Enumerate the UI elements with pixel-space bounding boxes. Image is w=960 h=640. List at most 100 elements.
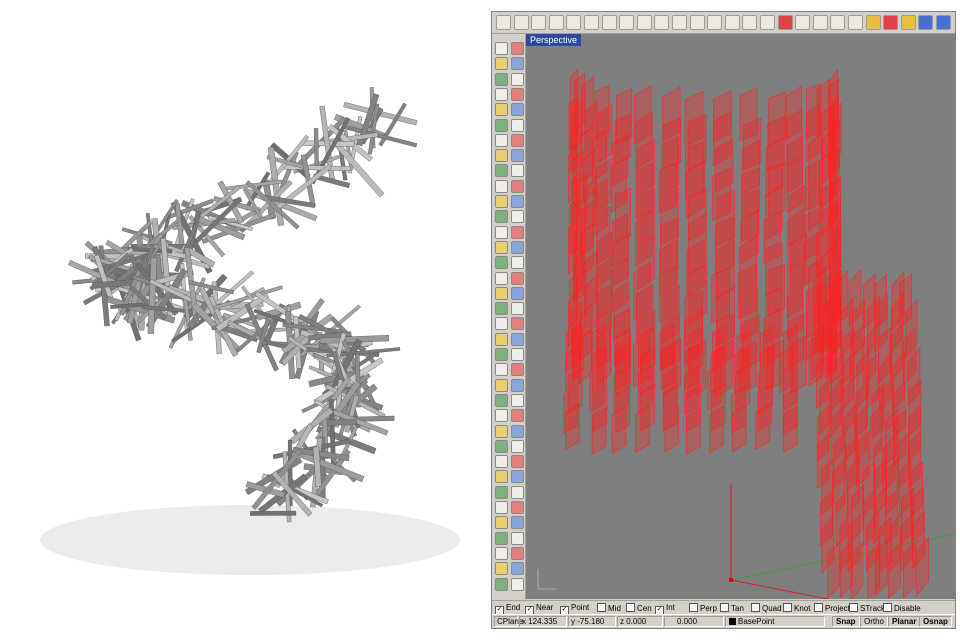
tool-button-56[interactable]: [511, 455, 524, 469]
tool-button-31[interactable]: [495, 271, 508, 285]
car-icon[interactable]: [777, 15, 793, 30]
properties-icon[interactable]: [848, 15, 863, 30]
color-wheel-icon[interactable]: [900, 15, 916, 30]
tool-button-70[interactable]: [511, 562, 524, 576]
osnap-checkbox[interactable]: [783, 603, 792, 612]
tool-button-69[interactable]: [495, 562, 508, 576]
zoom-window-icon[interactable]: [689, 15, 705, 30]
osnap-checkbox[interactable]: [849, 603, 858, 612]
tool-button-60[interactable]: [511, 485, 524, 499]
tool-button-45[interactable]: [495, 378, 508, 392]
osnap-end[interactable]: ✓ End: [495, 603, 520, 615]
ortho-toggle[interactable]: Ortho: [860, 616, 889, 627]
tool-button-64[interactable]: [511, 516, 524, 530]
osnap-checkbox[interactable]: [814, 603, 823, 612]
tool-button-27[interactable]: [495, 240, 508, 254]
zoom-selected-icon[interactable]: [724, 15, 740, 30]
export-icon[interactable]: [566, 15, 582, 30]
tool-button-19[interactable]: [495, 179, 508, 193]
tool-button-57[interactable]: [495, 470, 508, 484]
print-icon[interactable]: [548, 15, 564, 30]
tool-button-67[interactable]: [495, 546, 508, 560]
layer-icon[interactable]: [830, 15, 846, 30]
tool-button-7[interactable]: [495, 87, 508, 101]
tool-button-51[interactable]: [495, 424, 508, 438]
tool-button-43[interactable]: [495, 363, 508, 377]
cut-icon[interactable]: [584, 15, 599, 30]
tool-button-38[interactable]: [511, 317, 524, 331]
tool-button-21[interactable]: [495, 195, 508, 208]
tool-button-65[interactable]: [495, 531, 508, 545]
current-layer[interactable]: BasePoint: [729, 617, 774, 627]
perspective-viewport[interactable]: Perspective: [526, 34, 955, 599]
tool-button-16[interactable]: [511, 149, 524, 163]
tool-button-11[interactable]: [495, 118, 508, 132]
tool-button-44[interactable]: [511, 363, 524, 377]
tool-button-58[interactable]: [511, 470, 524, 484]
osnap-strack[interactable]: STrack: [849, 603, 885, 613]
osnap-point[interactable]: ✓ Point: [560, 603, 589, 615]
tool-button-24[interactable]: [511, 210, 524, 224]
osnap-cen[interactable]: Cen: [626, 603, 652, 613]
tool-button-61[interactable]: [495, 501, 508, 514]
planar-toggle[interactable]: Planar: [888, 616, 921, 627]
tool-button-35[interactable]: [495, 302, 508, 316]
osnap-checkbox[interactable]: [597, 603, 606, 612]
osnap-checkbox[interactable]: [720, 603, 729, 612]
snap-toggle[interactable]: Snap: [832, 616, 860, 627]
tool-button-54[interactable]: [511, 439, 524, 453]
osnap-checkbox[interactable]: [626, 603, 635, 612]
tool-button-52[interactable]: [511, 424, 524, 438]
tool-button-63[interactable]: [495, 516, 508, 530]
copy-icon[interactable]: [601, 15, 617, 30]
tool-button-1[interactable]: [495, 42, 508, 55]
tool-button-13[interactable]: [495, 133, 508, 147]
open-icon[interactable]: [513, 15, 529, 30]
tool-button-41[interactable]: [495, 348, 508, 361]
paste-icon[interactable]: [619, 15, 635, 30]
osnap-disable[interactable]: Disable: [883, 603, 921, 613]
undo-icon[interactable]: [636, 15, 652, 30]
osnap-checkbox[interactable]: [689, 603, 698, 612]
tool-button-49[interactable]: [495, 409, 508, 423]
tool-button-42[interactable]: [511, 348, 524, 361]
tool-button-59[interactable]: [495, 485, 508, 499]
tool-button-72[interactable]: [511, 577, 524, 591]
tool-button-48[interactable]: [511, 393, 524, 407]
tool-button-40[interactable]: [511, 332, 524, 346]
tool-button-2[interactable]: [511, 42, 524, 55]
new-file-icon[interactable]: [496, 15, 511, 30]
tool-button-18[interactable]: [511, 164, 524, 178]
tool-button-32[interactable]: [511, 271, 524, 285]
tool-button-30[interactable]: [511, 256, 524, 270]
zoom-icon[interactable]: [672, 15, 687, 30]
tool-button-47[interactable]: [495, 393, 508, 407]
rotate-view-icon[interactable]: [742, 15, 758, 30]
tool-button-10[interactable]: [511, 103, 524, 117]
osnap-perp[interactable]: Perp: [689, 603, 717, 613]
light-icon[interactable]: [865, 15, 881, 30]
tool-button-23[interactable]: [495, 210, 508, 224]
tool-button-39[interactable]: [495, 332, 508, 346]
osnap-int[interactable]: ✓ Int: [655, 603, 675, 615]
tool-button-68[interactable]: [511, 546, 524, 560]
osnap-quad[interactable]: Quad: [751, 603, 782, 613]
tool-button-53[interactable]: [495, 439, 508, 453]
tool-button-25[interactable]: [495, 225, 508, 239]
material-icon[interactable]: [918, 15, 934, 30]
save-icon[interactable]: [531, 15, 547, 30]
tool-button-36[interactable]: [511, 302, 524, 316]
tool-button-71[interactable]: [495, 577, 508, 591]
tool-button-29[interactable]: [495, 256, 508, 270]
snap-icon[interactable]: [812, 15, 828, 30]
tool-button-22[interactable]: [511, 195, 524, 208]
osnap-checkbox[interactable]: [883, 603, 892, 612]
osnap-tan[interactable]: Tan: [720, 603, 744, 613]
tool-button-5[interactable]: [495, 72, 508, 86]
tool-button-3[interactable]: [495, 57, 508, 71]
osnap-toggle[interactable]: Osnap: [919, 616, 952, 627]
tool-button-15[interactable]: [495, 149, 508, 163]
tool-button-28[interactable]: [511, 240, 524, 254]
viewport-layout-icon[interactable]: [760, 15, 775, 30]
osnap-knot[interactable]: Knot: [783, 603, 810, 613]
